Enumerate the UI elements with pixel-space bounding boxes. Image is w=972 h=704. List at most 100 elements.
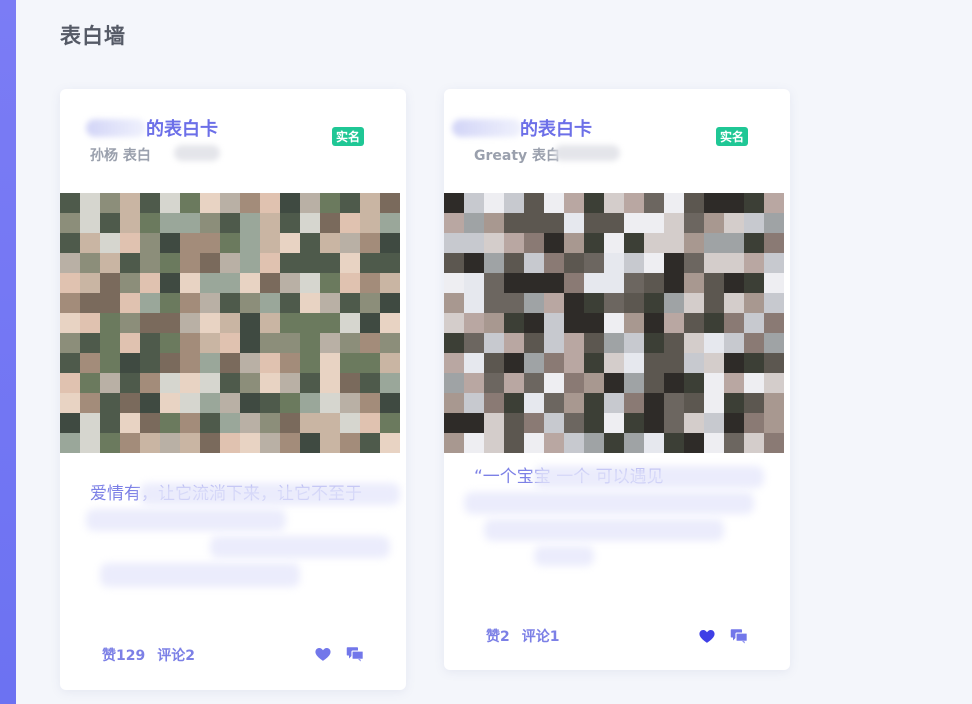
mosaic-pixel: [464, 353, 484, 373]
mosaic-pixel: [544, 253, 564, 273]
mosaic-pixel: [300, 433, 320, 453]
mosaic-pixel: [564, 253, 584, 273]
mosaic-pixel: [220, 233, 240, 253]
mosaic-pixel: [120, 253, 140, 273]
mosaic-pixel: [320, 433, 340, 453]
mosaic-pixel: [704, 413, 724, 433]
mosaic-pixel: [260, 413, 280, 433]
mosaic-pixel: [180, 193, 200, 213]
mosaic-pixel: [340, 413, 360, 433]
mosaic-pixel: [240, 433, 260, 453]
mosaic-pixel: [764, 273, 784, 293]
confession-card[interactable]: 的表白卡 孙杨 表白 实名 爱情有，让它流淌下来，让它不至于 赞129 评论2: [60, 89, 406, 690]
mosaic-pixel: [360, 373, 380, 393]
mosaic-pixel: [724, 213, 744, 233]
mosaic-pixel: [624, 233, 644, 253]
mosaic-pixel: [80, 413, 100, 433]
mosaic-pixel: [444, 413, 464, 433]
mosaic-pixel: [340, 273, 360, 293]
mosaic-pixel: [360, 273, 380, 293]
chat-bubbles-icon[interactable]: [346, 645, 364, 663]
mosaic-pixel: [60, 393, 80, 413]
mosaic-pixel: [200, 293, 220, 313]
mosaic-pixel: [604, 213, 624, 233]
mosaic-pixel: [60, 333, 80, 353]
mosaic-pixel: [140, 373, 160, 393]
mosaic-pixel: [160, 253, 180, 273]
mosaic-pixel: [80, 393, 100, 413]
mosaic-pixel: [100, 273, 120, 293]
mosaic-pixel: [664, 233, 684, 253]
mosaic-pixel: [80, 213, 100, 233]
mosaic-pixel: [684, 233, 704, 253]
confession-card[interactable]: 的表白卡 Greaty 表白 实名 “一个宝宝 一个 可以遇见 赞2 评论1: [444, 89, 790, 670]
mosaic-pixel: [180, 213, 200, 233]
heart-icon[interactable]: [698, 627, 716, 645]
mosaic-pixel: [444, 233, 464, 253]
mosaic-pixel: [564, 213, 584, 233]
mosaic-pixel: [160, 273, 180, 293]
mosaic-pixel: [584, 333, 604, 353]
mosaic-pixel: [200, 253, 220, 273]
mosaic-pixel: [584, 233, 604, 253]
mosaic-pixel: [160, 433, 180, 453]
mosaic-pixel: [644, 333, 664, 353]
mosaic-pixel: [444, 293, 464, 313]
mosaic-pixel: [464, 293, 484, 313]
mosaic-pixel: [684, 293, 704, 313]
mosaic-pixel: [300, 293, 320, 313]
mosaic-pixel: [140, 193, 160, 213]
mosaic-pixel: [240, 393, 260, 413]
mosaic-pixel: [180, 233, 200, 253]
mosaic-pixel: [504, 353, 524, 373]
mosaic-pixel: [744, 273, 764, 293]
heart-icon[interactable]: [314, 645, 332, 663]
mosaic-pixel: [744, 413, 764, 433]
mosaic-pixel: [524, 293, 544, 313]
mosaic-pixel: [120, 273, 140, 293]
mosaic-pixel: [360, 193, 380, 213]
mosaic-pixel: [584, 213, 604, 233]
mosaic-pixel: [280, 233, 300, 253]
mosaic-pixel: [160, 193, 180, 213]
mosaic-pixel: [724, 333, 744, 353]
mosaic-pixel: [484, 313, 504, 333]
mosaic-pixel: [300, 213, 320, 233]
mosaic-pixel: [240, 333, 260, 353]
mosaic-pixel: [280, 213, 300, 233]
blurred-target: [174, 145, 220, 161]
mosaic-pixel: [604, 333, 624, 353]
comment-count: 评论2: [157, 648, 195, 664]
mosaic-pixel: [584, 313, 604, 333]
mosaic-pixel: [220, 193, 240, 213]
mosaic-pixel: [100, 433, 120, 453]
mosaic-pixel: [704, 193, 724, 213]
mosaic-pixel: [160, 373, 180, 393]
mosaic-pixel: [604, 193, 624, 213]
mosaic-pixel: [360, 393, 380, 413]
mosaic-pixel: [624, 333, 644, 353]
mosaic-pixel: [380, 353, 400, 373]
mosaic-pixel: [380, 373, 400, 393]
mosaic-pixel: [200, 333, 220, 353]
mosaic-pixel: [724, 393, 744, 413]
mosaic-pixel: [260, 273, 280, 293]
mosaic-pixel: [240, 313, 260, 333]
mosaic-pixel: [300, 353, 320, 373]
mosaic-pixel: [444, 333, 464, 353]
mosaic-pixel: [544, 353, 564, 373]
mosaic-pixel: [564, 393, 584, 413]
mosaic-pixel: [360, 333, 380, 353]
mosaic-pixel: [260, 253, 280, 273]
mosaic-pixel: [200, 193, 220, 213]
mosaic-pixel: [320, 273, 340, 293]
mosaic-pixel: [524, 433, 544, 453]
mosaic-pixel: [320, 373, 340, 393]
mosaic-pixel: [300, 393, 320, 413]
mosaic-pixel: [544, 393, 564, 413]
pixelated-image: [60, 193, 400, 453]
mosaic-pixel: [180, 273, 200, 293]
mosaic-pixel: [744, 293, 764, 313]
mosaic-pixel: [140, 233, 160, 253]
chat-bubbles-icon[interactable]: [730, 627, 748, 645]
